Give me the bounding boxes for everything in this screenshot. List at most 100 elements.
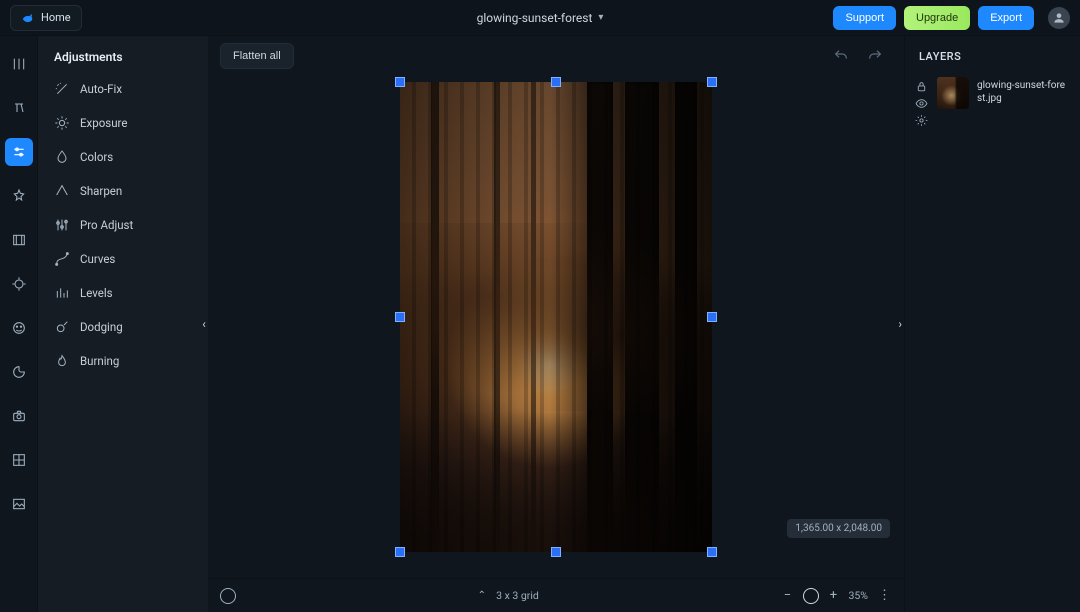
adjust-proadjust[interactable]: Pro Adjust [46, 208, 200, 242]
dimensions-badge: 1,365.00 x 2,048.00 [787, 519, 890, 538]
adjustments-panel: Adjustments Auto-Fix Exposure Colors Sha… [38, 36, 208, 612]
image-content [494, 82, 500, 552]
resize-handle-bl[interactable] [395, 547, 405, 557]
adjust-levels[interactable]: Levels [46, 276, 200, 310]
chevron-down-icon: ▾ [598, 12, 603, 23]
adjustments-title: Adjustments [46, 50, 200, 72]
adjust-label: Exposure [80, 116, 127, 130]
resize-handle-tr[interactable] [707, 77, 717, 87]
document-title-dropdown[interactable]: glowing-sunset-forest ▾ [477, 11, 604, 25]
zoom-value: 35% [849, 589, 869, 602]
background-color-swatch[interactable] [220, 588, 236, 604]
sun-icon [54, 115, 70, 131]
layer-row[interactable]: glowing-sunset-forest.jpg [905, 73, 1080, 130]
history-controls [832, 47, 884, 65]
layer-controls [915, 77, 929, 126]
image-content [675, 82, 697, 552]
undo-button[interactable] [832, 47, 850, 65]
rail-stickers-icon[interactable] [5, 314, 33, 342]
canvas-area: Flatten all [208, 36, 904, 612]
rail-adjustments-icon[interactable] [5, 138, 33, 166]
sharpen-icon [54, 183, 70, 199]
canvas-image[interactable] [400, 82, 712, 552]
document-title: glowing-sunset-forest [477, 11, 593, 25]
image-content [625, 82, 659, 552]
burn-icon [54, 353, 70, 369]
tool-rail [0, 36, 38, 612]
adjust-exposure[interactable]: Exposure [46, 106, 200, 140]
layers-panel: LAYERS glowing-sunset-forest.jpg [904, 36, 1080, 612]
adjust-label: Pro Adjust [80, 218, 133, 232]
adjust-label: Curves [80, 252, 115, 266]
adjust-label: Colors [80, 150, 113, 164]
zoom-in-button[interactable]: + [827, 588, 841, 603]
canvas-bottom-bar: ⌃ 3 x 3 grid − + 35% ⋮ [208, 578, 904, 612]
adjust-curves[interactable]: Curves [46, 242, 200, 276]
zoom-controls: − + 35% [781, 588, 869, 604]
zoom-indicator-icon[interactable] [803, 588, 819, 604]
support-button[interactable]: Support [833, 6, 896, 30]
more-menu-button[interactable]: ⋮ [878, 588, 892, 603]
upgrade-button[interactable]: Upgrade [904, 6, 970, 30]
resize-handle-tl[interactable] [395, 77, 405, 87]
adjust-label: Burning [80, 354, 119, 368]
canvas-image-selection[interactable] [400, 82, 712, 552]
layer-visibility-icon[interactable] [915, 95, 929, 109]
image-content [587, 82, 613, 552]
top-right-actions: Support Upgrade Export [833, 6, 1070, 30]
grid-label: 3 x 3 grid [496, 589, 539, 602]
rail-collage-icon[interactable] [5, 446, 33, 474]
rail-layout-icon[interactable] [5, 50, 33, 78]
layer-name: glowing-sunset-forest.jpg [977, 77, 1070, 105]
resize-handle-mr[interactable] [707, 312, 717, 322]
resize-handle-br[interactable] [707, 547, 717, 557]
layers-title: LAYERS [905, 36, 1080, 73]
flatten-all-button[interactable]: Flatten all [220, 43, 294, 69]
export-button[interactable]: Export [978, 6, 1034, 30]
rail-text-icon[interactable] [5, 94, 33, 122]
image-content [431, 82, 439, 552]
dodge-icon [54, 319, 70, 335]
rail-draw-icon[interactable] [5, 358, 33, 386]
rail-retouch-icon[interactable] [5, 270, 33, 298]
adjust-label: Auto-Fix [80, 82, 122, 96]
redo-button[interactable] [866, 47, 884, 65]
image-content [531, 82, 536, 552]
home-label: Home [41, 11, 71, 24]
adjust-autofix[interactable]: Auto-Fix [46, 72, 200, 106]
canvas-stage[interactable]: 1,365.00 x 2,048.00 › [208, 76, 904, 578]
adjustments-list: Auto-Fix Exposure Colors Sharpen Pro Adj… [46, 72, 200, 378]
grid-selector[interactable]: ⌃ 3 x 3 grid [478, 589, 539, 602]
layer-thumbnail[interactable] [937, 77, 969, 109]
rail-effects-icon[interactable] [5, 182, 33, 210]
rail-image-icon[interactable] [5, 490, 33, 518]
levels-icon [54, 285, 70, 301]
zoom-out-button[interactable]: − [781, 588, 795, 603]
adjust-colors[interactable]: Colors [46, 140, 200, 174]
top-bar: Home glowing-sunset-forest ▾ Support Upg… [0, 0, 1080, 36]
resize-handle-bm[interactable] [551, 547, 561, 557]
adjust-label: Levels [80, 286, 113, 300]
wand-icon [54, 81, 70, 97]
account-avatar[interactable] [1048, 7, 1070, 29]
collapse-right-panel[interactable]: › [898, 317, 902, 331]
layer-settings-icon[interactable] [915, 112, 929, 126]
layer-lock-icon[interactable] [915, 78, 929, 92]
image-content [400, 223, 712, 411]
adjust-dodging[interactable]: Dodging [46, 310, 200, 344]
chevron-up-icon: ⌃ [478, 590, 486, 601]
bird-icon [21, 11, 35, 25]
adjust-label: Sharpen [80, 184, 122, 198]
home-button[interactable]: Home [10, 5, 82, 31]
person-icon [1052, 11, 1066, 25]
resize-handle-tm[interactable] [551, 77, 561, 87]
adjust-label: Dodging [80, 320, 123, 334]
image-content [400, 411, 712, 552]
canvas-toolbar: Flatten all [208, 36, 904, 76]
rail-frame-icon[interactable] [5, 226, 33, 254]
resize-handle-ml[interactable] [395, 312, 405, 322]
adjust-burning[interactable]: Burning [46, 344, 200, 378]
rail-camera-icon[interactable] [5, 402, 33, 430]
adjust-sharpen[interactable]: Sharpen [46, 174, 200, 208]
curves-icon [54, 251, 70, 267]
